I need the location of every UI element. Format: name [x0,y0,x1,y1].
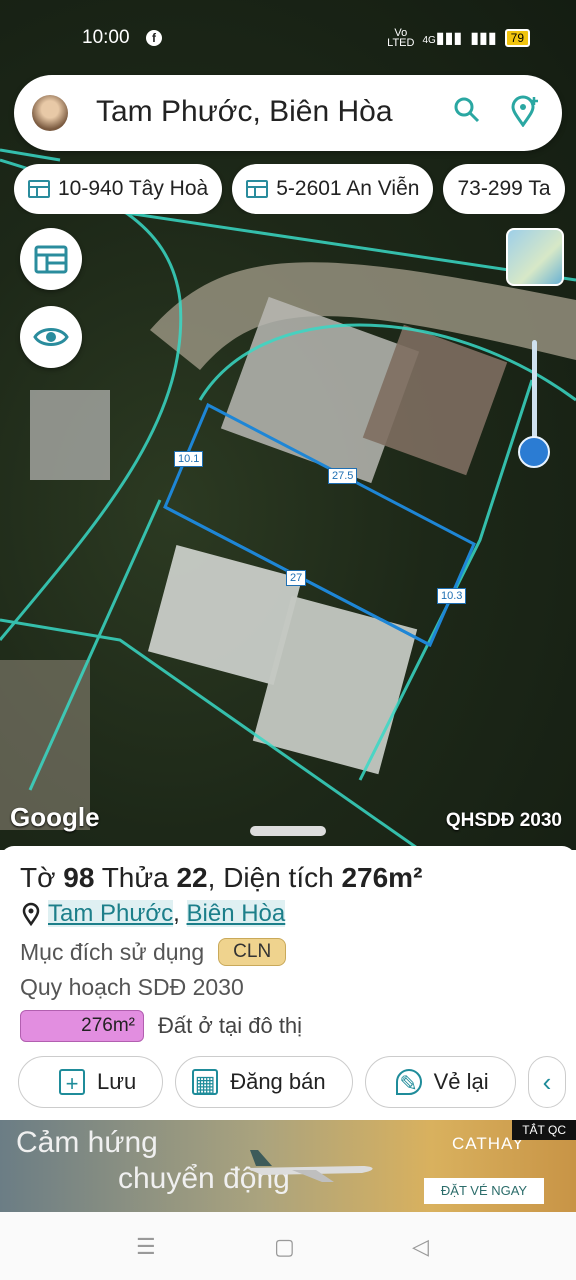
network-type: 4G [422,35,436,46]
system-nav-bar: ☰ ▢ ◁ [0,1212,576,1280]
ad-banner[interactable]: Cảm hứng chuyển động CATHAY ĐẶT VÉ NGAY … [0,1120,576,1212]
redraw-button[interactable]: ✎ Vẻ lại [364,1056,516,1108]
menu-icon[interactable]: ☰ [136,1234,156,1260]
action-buttons: + Lưu ▦ Đăng bán ✎ Vẻ lại ‹ [18,1056,576,1108]
search-icon[interactable] [450,95,484,129]
home-icon[interactable]: ▢ [274,1234,295,1260]
draw-location-icon: ✎ [395,1069,422,1096]
table-icon [246,180,269,198]
dimension-label: 10.3 [437,588,467,604]
ad-cta-button[interactable]: ĐẶT VÉ NGAY [424,1178,544,1204]
dimension-label: 27 [286,570,307,586]
parcel-title: Tờ 98 Thửa 22, Diện tích 276m² [20,862,423,893]
redraw-label: Vẻ lại [433,1069,489,1094]
status-bar: 10:00 f Vo LTED 4G▮▮▮ ▮▮▮ 79 [0,0,576,76]
parcel-plot-word: Thửa [101,862,169,893]
search-title[interactable]: Tam Phước, Biên Hòa [96,95,393,129]
calendar-button[interactable] [20,228,82,290]
chip-history[interactable]: 5-2601 An Viễn [232,164,434,214]
battery-icon: 79 [504,29,530,47]
volte-bottom: LTED [387,37,415,49]
layer-switch-button[interactable] [506,228,564,286]
chip-history[interactable]: 73-299 Ta [443,164,565,214]
purpose-code-badge: CLN [218,938,287,966]
location-pin-icon [22,902,40,926]
table-icon: ▦ [192,1069,219,1096]
add-location-icon[interactable] [508,95,542,129]
eye-icon [33,328,69,346]
post-sale-label: Đăng bán [230,1069,326,1094]
purpose-label: Mục đích sử dụng [20,938,205,965]
visibility-button[interactable] [20,306,82,368]
status-time: 10:00 [82,27,130,48]
table-icon [28,180,50,198]
avatar[interactable] [32,95,68,131]
opacity-slider-track[interactable] [532,340,537,450]
plan-area-row: 276m² Đất ở tại đô thị [20,1010,302,1042]
airplane-icon [246,1150,373,1182]
chip-label: 5-2601 An Viễn [276,177,420,200]
chip-label: 10-940 Tây Hoà [58,177,209,200]
calendar-icon [34,245,68,274]
layer-label: QHSDĐ 2030 [445,810,562,831]
parcel-location: Tam Phước, Biên Hòa [22,900,286,928]
chevron-left-icon: ‹ [542,1066,552,1097]
sheet-drag-handle[interactable] [250,826,326,836]
facebook-icon: f [146,30,162,46]
save-label: Lưu [97,1069,137,1094]
plan-description: Đất ở tại đô thị [158,1013,303,1038]
ad-close-button[interactable]: TẮT QC [512,1120,576,1140]
city-link[interactable]: Biên Hòa [186,900,286,927]
parcel-area: 276m² [341,862,423,893]
chip-history[interactable]: 10-940 Tây Hoà [14,164,223,214]
plan-area-badge: 276m² [20,1010,144,1042]
post-sale-button[interactable]: ▦ Đăng bán [175,1056,353,1108]
signal-icon-2: ▮▮▮ [470,30,497,47]
search-history-chips: 10-940 Tây Hoà 5-2601 An Viễn 73-299 Ta [14,164,576,214]
ad-headline-1: Cảm hứng [16,1126,158,1159]
status-icons: Vo LTED 4G▮▮▮ ▮▮▮ 79 [387,28,530,49]
search-bar[interactable]: Tam Phước, Biên Hòa [14,75,562,151]
parcel-plot-number: 22 [176,862,208,893]
ward-link[interactable]: Tam Phước [48,900,174,927]
land-use-purpose: Mục đích sử dụng CLN [20,938,287,966]
save-button[interactable]: + Lưu [18,1056,164,1108]
parcel-sheet-number: 98 [63,862,95,893]
volte-icon: Vo LTED [387,28,415,49]
more-actions-button[interactable]: ‹ [527,1056,567,1108]
parcel-sheet-word: Tờ [20,862,56,893]
location-separator: , [173,900,180,927]
google-logo: Google [10,802,100,832]
dimension-label: 10.1 [174,451,204,467]
dimension-label: 27.5 [328,468,358,484]
opacity-slider-handle[interactable] [518,436,550,468]
chip-label: 73-299 Ta [457,177,551,200]
signal-icon: 4G▮▮▮ [422,30,463,47]
parcel-area-word: Diện tích [223,862,334,893]
back-icon[interactable]: ◁ [412,1234,429,1260]
add-document-icon: + [59,1069,85,1096]
plan-label: Quy hoạch SDĐ 2030 [20,974,244,1000]
